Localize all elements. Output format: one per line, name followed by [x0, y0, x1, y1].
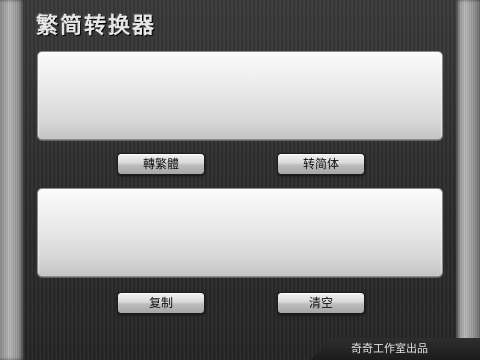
result-text-area[interactable] — [37, 188, 443, 277]
left-metal-frame — [0, 0, 24, 360]
source-text-area[interactable] — [37, 51, 443, 140]
convert-to-traditional-button[interactable]: 轉繁體 — [117, 153, 205, 175]
app-window: 繁简转换器 轉繁體 转简体 复制 清空 奇奇工作室出品 — [0, 0, 480, 360]
convert-to-simplified-button[interactable]: 转简体 — [277, 153, 365, 175]
right-metal-frame — [456, 0, 480, 360]
footer-credit: 奇奇工作室出品 — [351, 342, 428, 355]
clear-button[interactable]: 清空 — [277, 292, 365, 314]
copy-button[interactable]: 复制 — [117, 292, 205, 314]
app-title: 繁简转换器 — [36, 14, 157, 39]
